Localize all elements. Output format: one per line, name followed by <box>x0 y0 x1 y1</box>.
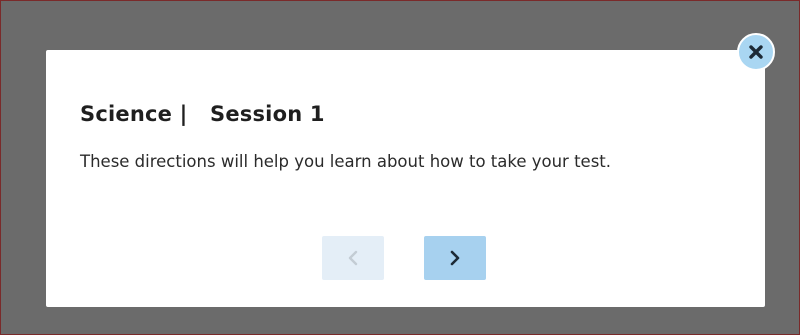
close-button[interactable] <box>737 33 775 71</box>
dialog-directions-text: These directions will help you learn abo… <box>80 152 612 171</box>
dialog-title: Science | Session 1 <box>80 102 325 126</box>
previous-button[interactable] <box>322 236 384 280</box>
title-separator: | <box>179 102 188 126</box>
next-button[interactable] <box>424 236 486 280</box>
session-title: Session 1 <box>210 102 325 126</box>
subject-title: Science <box>80 102 173 126</box>
chevron-left-icon <box>348 250 358 266</box>
directions-dialog: Science | Session 1 These directions wil… <box>46 50 765 307</box>
overlay-backdrop: Science | Session 1 These directions wil… <box>0 0 800 335</box>
chevron-right-icon <box>450 250 460 266</box>
close-icon <box>749 45 763 59</box>
